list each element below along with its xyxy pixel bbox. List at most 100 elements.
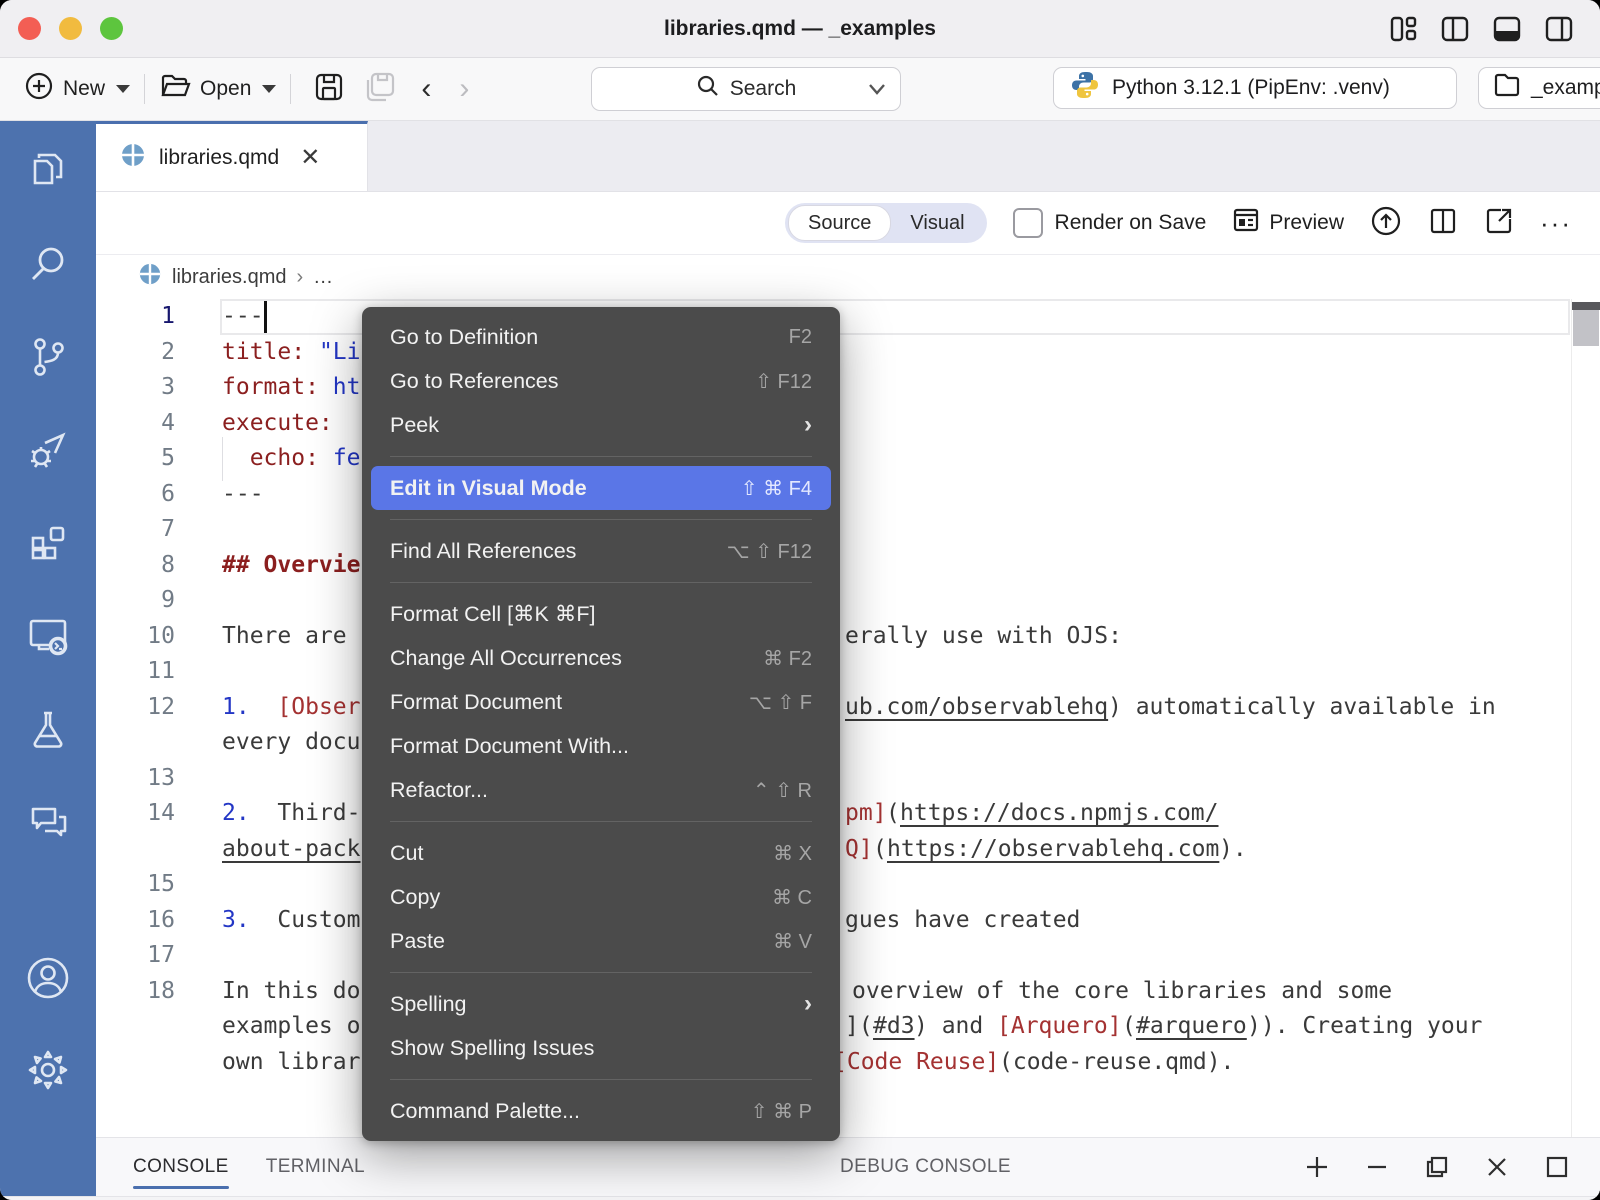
visual-mode-button[interactable]: Visual <box>891 206 983 240</box>
code-row[interactable]: 6--- <box>96 477 1600 513</box>
menu-item-paste[interactable]: Paste⌘ V <box>371 919 831 963</box>
code-row[interactable]: 121. [Obserub.com/observablehq) automati… <box>96 690 1600 726</box>
menu-item-copy[interactable]: Copy⌘ C <box>371 875 831 919</box>
testing-icon[interactable] <box>22 703 74 755</box>
breadcrumb-more[interactable]: … <box>313 266 333 289</box>
menu-item-spelling[interactable]: Spelling› <box>371 982 831 1026</box>
code-row[interactable]: 2title: "Li <box>96 335 1600 371</box>
code-row[interactable]: 8## Overvie <box>96 548 1600 584</box>
menu-item-label: Show Spelling Issues <box>390 1036 812 1061</box>
code-row[interactable]: 163. Customgues have created <box>96 903 1600 939</box>
close-icon[interactable]: ✕ <box>300 143 320 172</box>
plus-icon[interactable] <box>1304 1154 1330 1180</box>
code-editor[interactable]: 1---2title: "Li3format: ht4execute:5 ech… <box>96 299 1600 1137</box>
menu-item-find-all-references[interactable]: Find All References⌥ ⇧ F12 <box>371 529 831 573</box>
toggle-panel-icon[interactable] <box>1492 14 1522 44</box>
code-row[interactable]: 5 echo: fe <box>96 441 1600 477</box>
tab-libraries-qmd[interactable]: libraries.qmd ✕ <box>96 121 368 191</box>
menu-item-cut[interactable]: Cut⌘ X <box>371 831 831 875</box>
navigate-back-button[interactable]: ‹ <box>407 74 445 104</box>
code-segment <box>250 800 278 826</box>
chevron-right-icon: › <box>296 266 303 289</box>
preview-button[interactable]: Preview <box>1232 206 1344 240</box>
breadcrumb[interactable]: libraries.qmd › … <box>96 255 1600 299</box>
code-row[interactable]: every docu <box>96 725 1600 761</box>
toggle-secondary-sidebar-icon[interactable] <box>1544 14 1574 44</box>
code-row[interactable]: 17 <box>96 938 1600 974</box>
code-segment: fe <box>333 445 361 471</box>
code-row[interactable]: 3format: ht <box>96 370 1600 406</box>
menu-item-command-palette[interactable]: Command Palette...⇧ ⌘ P <box>371 1089 831 1133</box>
toggle-sidebar-icon[interactable] <box>1440 14 1470 44</box>
code-row[interactable]: 11 <box>96 654 1600 690</box>
comments-icon[interactable] <box>22 796 74 848</box>
new-button[interactable]: New <box>24 71 130 107</box>
panel-tab-terminal[interactable]: TERMINAL <box>266 1138 365 1196</box>
open-in-new-window-icon[interactable] <box>1484 206 1514 241</box>
close-panel-icon[interactable] <box>1484 1154 1510 1180</box>
menu-item-format-document-with[interactable]: Format Document With... <box>371 724 831 768</box>
code-row[interactable]: 4execute: <box>96 406 1600 442</box>
menu-item-format-document[interactable]: Format Document⌥ ⇧ F <box>371 680 831 724</box>
render-on-save-checkbox[interactable] <box>1013 208 1043 238</box>
code-row[interactable]: 9 <box>96 583 1600 619</box>
split-editor-icon[interactable] <box>1428 206 1458 241</box>
search-icon[interactable] <box>22 238 74 290</box>
code-row[interactable]: 7 <box>96 512 1600 548</box>
code-segment: erally use with OJS: <box>845 619 1122 655</box>
source-control-icon[interactable] <box>22 331 74 383</box>
code-segment: #arquero <box>1136 1009 1247 1045</box>
save-all-button[interactable] <box>353 71 407 108</box>
menu-item-show-spelling-issues[interactable]: Show Spelling Issues <box>371 1026 831 1070</box>
code-segment: [Obser <box>277 694 360 720</box>
interpreter-label: Python 3.12.1 (PipEnv: .venv) <box>1112 76 1390 100</box>
menu-item-format-cell-k-f[interactable]: Format Cell [⌘K ⌘F] <box>371 592 831 636</box>
remote-sessions-icon[interactable] <box>22 610 74 662</box>
code-row[interactable]: about-packQ](https://observablehq.com). <box>96 832 1600 868</box>
open-button[interactable]: Open <box>159 71 276 107</box>
code-row[interactable]: 15 <box>96 867 1600 903</box>
breadcrumb-file[interactable]: libraries.qmd <box>172 266 286 289</box>
code-segment: 2. <box>222 800 250 826</box>
extensions-icon[interactable] <box>22 517 74 569</box>
code-row[interactable]: 142. Third-pm](https://docs.npmjs.com/ <box>96 796 1600 832</box>
menu-item-change-all-occurrences[interactable]: Change All Occurrences⌘ F2 <box>371 636 831 680</box>
explorer-icon[interactable] <box>22 145 74 197</box>
search-icon <box>696 74 720 104</box>
navigate-forward-button[interactable]: › <box>445 74 483 104</box>
menu-item-label: Format Document <box>390 690 749 715</box>
more-actions-icon[interactable]: ··· <box>1540 208 1572 239</box>
panel-tab-console[interactable]: CONSOLE <box>133 1138 229 1196</box>
panel-tab-debug-console[interactable]: DEBUG CONSOLE <box>840 1138 1011 1196</box>
menu-item-label: Paste <box>390 929 773 954</box>
account-icon[interactable] <box>22 952 74 1004</box>
code-segment: title: <box>222 339 305 365</box>
run-debug-icon[interactable] <box>22 424 74 476</box>
code-row[interactable]: 13 <box>96 761 1600 797</box>
code-segment: ( <box>873 832 887 868</box>
settings-gear-icon[interactable] <box>22 1044 74 1096</box>
restore-panel-icon[interactable] <box>1424 1154 1450 1180</box>
code-row[interactable]: 1--- <box>96 299 1600 335</box>
scrollbar-thumb[interactable] <box>1573 310 1599 346</box>
source-mode-button[interactable]: Source <box>788 205 891 241</box>
menu-item-refactor[interactable]: Refactor...⌃ ⇧ R <box>371 768 831 812</box>
window-title: libraries.qmd — _examples <box>0 17 1600 41</box>
render-publish-icon[interactable] <box>1370 205 1402 242</box>
code-row[interactable]: 18In this dooverview of the core librari… <box>96 974 1600 1010</box>
minimize-panel-icon[interactable] <box>1364 1154 1390 1180</box>
menu-item-edit-in-visual-mode[interactable]: Edit in Visual Mode⇧ ⌘ F4 <box>371 466 831 510</box>
code-row[interactable]: 10There are erally use with OJS: <box>96 619 1600 655</box>
interpreter-selector[interactable]: Python 3.12.1 (PipEnv: .venv) <box>1053 67 1457 109</box>
menu-item-go-to-definition[interactable]: Go to DefinitionF2 <box>371 315 831 359</box>
code-row[interactable]: examples o](#d3) and [Arquero](#arquero)… <box>96 1009 1600 1045</box>
customize-layout-icon[interactable] <box>1388 14 1418 44</box>
global-search-input[interactable]: Search <box>591 67 901 111</box>
workspace-selector[interactable]: _examples <box>1478 67 1600 109</box>
menu-item-peek[interactable]: Peek› <box>371 403 831 447</box>
save-button[interactable] <box>305 71 353 108</box>
line-number: 12 <box>96 690 175 726</box>
maximize-panel-icon[interactable] <box>1544 1154 1570 1180</box>
menu-item-go-to-references[interactable]: Go to References⇧ F12 <box>371 359 831 403</box>
code-row[interactable]: own librar[Code Reuse](code-reuse.qmd). <box>96 1045 1600 1081</box>
